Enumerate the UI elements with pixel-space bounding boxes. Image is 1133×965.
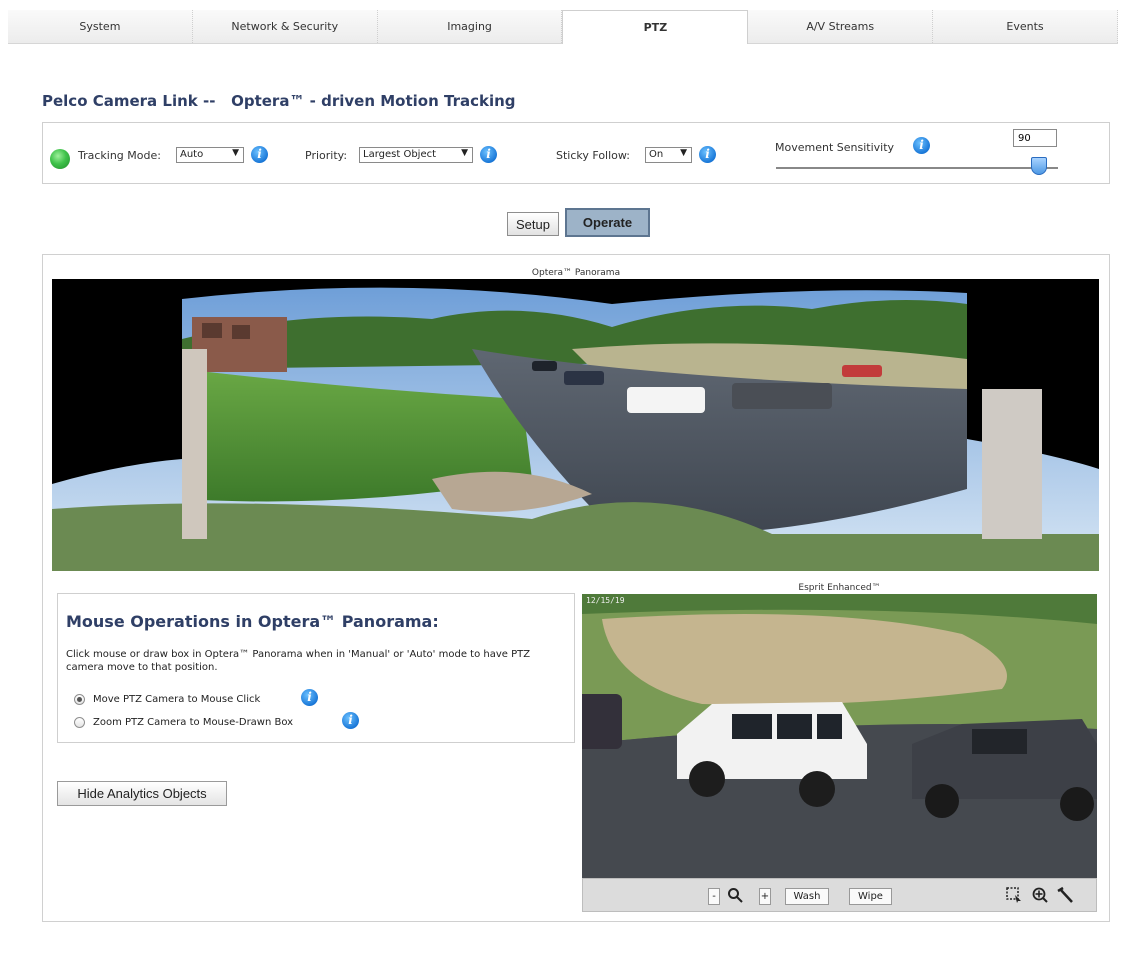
zoom-minus-icon[interactable]: - [708, 888, 720, 905]
chevron-down-icon: ▼ [461, 148, 468, 158]
sticky-follow-value: On [649, 149, 664, 160]
tab-av-streams[interactable]: A/V Streams [748, 10, 934, 43]
sticky-follow-info-icon[interactable]: i [699, 146, 716, 163]
priority-label: Priority: [305, 149, 348, 162]
move-ptz-option[interactable]: Move PTZ Camera to Mouse Click [74, 694, 260, 705]
movement-sensitivity-slider-handle[interactable] [1031, 157, 1047, 175]
movement-sensitivity-label: Movement Sensitivity [775, 141, 895, 154]
main-tab-bar: System Network & Security Imaging PTZ A/… [8, 10, 1118, 44]
move-ptz-info-icon[interactable]: i [301, 689, 318, 706]
move-ptz-label: Move PTZ Camera to Mouse Click [93, 694, 261, 705]
zoom-target-icon[interactable] [1030, 885, 1050, 905]
tracking-control-bar: Tracking Mode: Auto ▼ i Priority: Larges… [42, 122, 1110, 184]
priority-value: Largest Object [363, 149, 437, 160]
optera-panorama-view[interactable] [52, 279, 1099, 571]
panorama-title: Optera™ Panorama [531, 268, 621, 278]
operate-button[interactable]: Operate [565, 208, 650, 237]
tracking-status-led-icon [50, 149, 70, 169]
tracking-mode-label: Tracking Mode: [78, 149, 161, 162]
movement-sensitivity-slider-track[interactable] [776, 167, 1058, 169]
wipe-button[interactable]: Wipe [849, 888, 892, 905]
tab-system[interactable]: System [8, 10, 193, 43]
priority-info-icon[interactable]: i [480, 146, 497, 163]
esprit-title: Esprit Enhanced™ [798, 583, 881, 593]
tab-ptz[interactable]: PTZ [562, 10, 749, 44]
hide-analytics-objects-button[interactable]: Hide Analytics Objects [57, 781, 227, 806]
zoom-ptz-label: Zoom PTZ Camera to Mouse-Drawn Box [93, 717, 294, 728]
tab-imaging[interactable]: Imaging [377, 10, 563, 43]
esprit-timestamp-overlay: 12/15/19 [586, 596, 625, 605]
sticky-follow-label: Sticky Follow: [556, 149, 630, 162]
tab-events[interactable]: Events [933, 10, 1118, 43]
sticky-follow-select[interactable]: On ▼ [645, 147, 692, 163]
chevron-down-icon: ▼ [680, 148, 687, 158]
wiper-icon[interactable] [1055, 885, 1075, 905]
mouse-operations-title: Mouse Operations in Optera™ Panorama: [66, 612, 439, 631]
tab-network-security[interactable]: Network & Security [192, 10, 378, 43]
magnifier-icon[interactable] [725, 885, 745, 905]
video-toolbar: - + Wash Wipe [582, 878, 1097, 912]
move-ptz-radio[interactable] [74, 694, 85, 705]
zoom-ptz-radio[interactable] [74, 717, 85, 728]
esprit-image [582, 594, 1097, 878]
zoom-ptz-info-icon[interactable]: i [342, 712, 359, 729]
mouse-operations-description: Click mouse or draw box in Optera™ Panor… [66, 649, 531, 673]
panorama-image [52, 279, 1099, 571]
page-title: Pelco Camera Link -- Optera™ - driven Mo… [42, 92, 516, 110]
setup-button[interactable]: Setup [507, 212, 559, 236]
zoom-plus-icon[interactable]: + [759, 888, 771, 905]
esprit-video-view[interactable]: 12/15/19 [582, 594, 1097, 878]
movement-sensitivity-info-icon[interactable]: i [913, 137, 930, 154]
chevron-down-icon: ▼ [232, 148, 239, 158]
box-select-icon[interactable] [1004, 885, 1024, 905]
zoom-ptz-option[interactable]: Zoom PTZ Camera to Mouse-Drawn Box [74, 717, 293, 728]
movement-sensitivity-input[interactable] [1013, 129, 1057, 147]
tracking-mode-info-icon[interactable]: i [251, 146, 268, 163]
tracking-mode-value: Auto [180, 149, 204, 160]
tracking-mode-select[interactable]: Auto ▼ [176, 147, 244, 163]
wash-button[interactable]: Wash [785, 888, 829, 905]
priority-select[interactable]: Largest Object ▼ [359, 147, 473, 163]
